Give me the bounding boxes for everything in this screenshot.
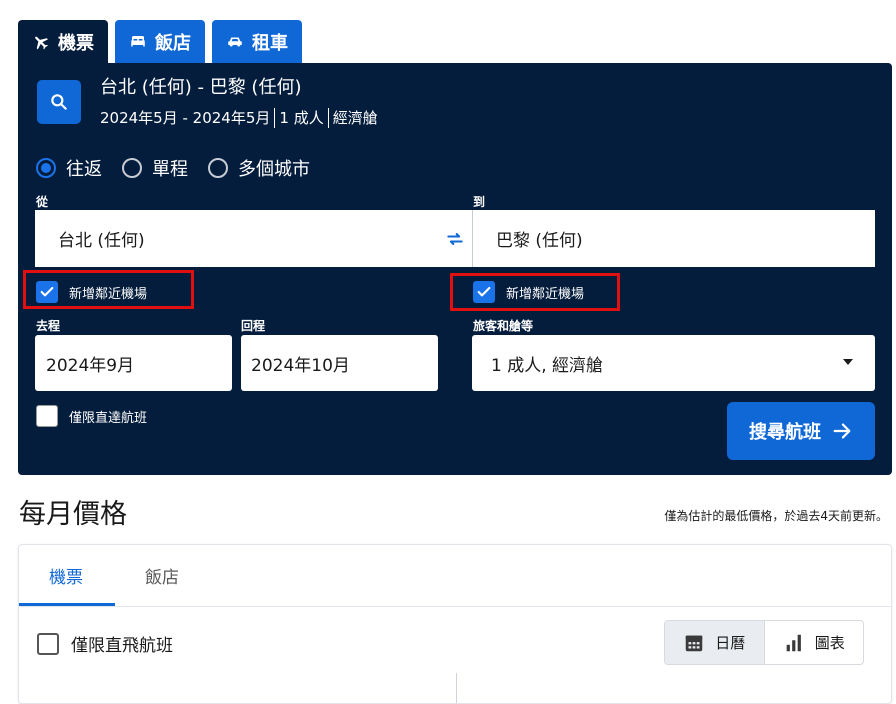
tab-monthly-hotels[interactable]: 飯店	[145, 563, 179, 588]
caret-down-icon	[843, 359, 853, 365]
from-input[interactable]	[56, 227, 472, 250]
trip-type-label: 多個城市	[238, 159, 310, 180]
car-icon	[228, 37, 242, 46]
swap-airports-button[interactable]	[443, 227, 467, 251]
bed-icon	[131, 35, 145, 46]
depart-field[interactable]: 2024年9月	[35, 335, 232, 391]
summary-travellers: 1 成人	[279, 109, 324, 127]
tab-cars-label: 租車	[252, 32, 288, 54]
highlight-box	[450, 273, 620, 311]
search-icon	[51, 94, 67, 110]
travellers-value: 1 成人, 經濟艙	[491, 355, 604, 376]
trip-type-selector: 往返 單程 多個城市	[36, 155, 330, 181]
view-toggle: 日曆 圖表	[664, 620, 864, 665]
swap-arrows-icon	[447, 233, 463, 245]
to-label: 到	[473, 195, 486, 209]
checkbox-unchecked[interactable]	[37, 632, 59, 655]
return-field[interactable]: 2024年10月	[241, 335, 438, 391]
return-value: 2024年10月	[251, 355, 350, 376]
monthly-prices-title: 每月價格	[19, 499, 127, 530]
summary-separator	[274, 107, 276, 128]
tab-monthly-flights[interactable]: 機票	[49, 563, 83, 588]
radio-selected-icon[interactable]	[36, 158, 56, 178]
search-flights-label: 搜尋航班	[749, 422, 821, 443]
trip-type-oneway[interactable]: 單程	[122, 155, 188, 181]
highlight-box	[23, 270, 194, 309]
tab-flights[interactable]: 機票	[18, 20, 108, 63]
from-field[interactable]	[35, 210, 472, 267]
trip-type-multicity[interactable]: 多個城市	[208, 155, 310, 181]
divider	[19, 606, 891, 607]
direct-only-checkbox-row[interactable]: 僅限直飛航班	[37, 631, 173, 656]
depart-value: 2024年9月	[46, 355, 135, 376]
from-label: 從	[36, 195, 49, 209]
to-field[interactable]	[472, 210, 875, 267]
flight-search-panel: 台北 (任何) - 巴黎 (任何) 2024年5月 - 2024年5月 1 成人…	[18, 63, 892, 475]
trip-type-roundtrip[interactable]: 往返	[36, 155, 102, 181]
calendar-icon	[685, 635, 703, 651]
summary-cabin: 經濟艙	[332, 109, 378, 127]
trip-type-label: 往返	[66, 159, 102, 180]
checkbox-unchecked[interactable]	[36, 405, 58, 427]
search-summary-details: 2024年5月 - 2024年5月 1 成人 經濟艙	[100, 107, 378, 128]
monthly-prices-card: 機票 飯店 僅限直飛航班 日曆 圖表	[18, 544, 892, 704]
search-summary-route: 台北 (任何) - 巴黎 (任何)	[100, 77, 302, 98]
search-flights-button[interactable]: 搜尋航班	[727, 402, 875, 460]
to-input[interactable]	[494, 227, 875, 250]
chart-view-label: 圖表	[814, 634, 845, 652]
product-tabs: 機票 飯店 租車	[18, 20, 302, 63]
arrow-right-icon	[833, 423, 851, 439]
summary-separator	[327, 107, 329, 128]
summary-dates: 2024年5月 - 2024年5月	[100, 109, 271, 127]
direct-only-label: 僅限直飛航班	[71, 636, 173, 656]
depart-label: 去程	[36, 319, 61, 333]
tab-hotels-label: 飯店	[155, 32, 191, 54]
divider	[456, 673, 457, 703]
bar-chart-icon	[786, 634, 801, 651]
tab-flights-label: 機票	[58, 32, 94, 54]
radio-unselected-icon[interactable]	[122, 158, 142, 178]
direct-flights-checkbox-row[interactable]: 僅限直達航班	[36, 405, 147, 427]
plane-icon	[35, 36, 48, 49]
radio-unselected-icon[interactable]	[208, 158, 228, 178]
chart-view-button[interactable]: 圖表	[763, 621, 864, 664]
calendar-view-label: 日曆	[715, 634, 746, 652]
trip-type-label: 單程	[152, 159, 188, 180]
travellers-label: 旅客和艙等	[473, 319, 534, 333]
calendar-view-button[interactable]: 日曆	[665, 621, 764, 664]
summary-search-button[interactable]	[37, 80, 81, 124]
travellers-select[interactable]: 1 成人, 經濟艙	[472, 335, 875, 391]
tab-cars[interactable]: 租車	[212, 20, 302, 63]
monthly-prices-note: 僅為估計的最低價格，於過去4天前更新。	[664, 509, 888, 523]
tab-hotels[interactable]: 飯店	[115, 20, 205, 63]
return-label: 回程	[241, 319, 266, 333]
direct-flights-label: 僅限直達航班	[69, 410, 148, 426]
